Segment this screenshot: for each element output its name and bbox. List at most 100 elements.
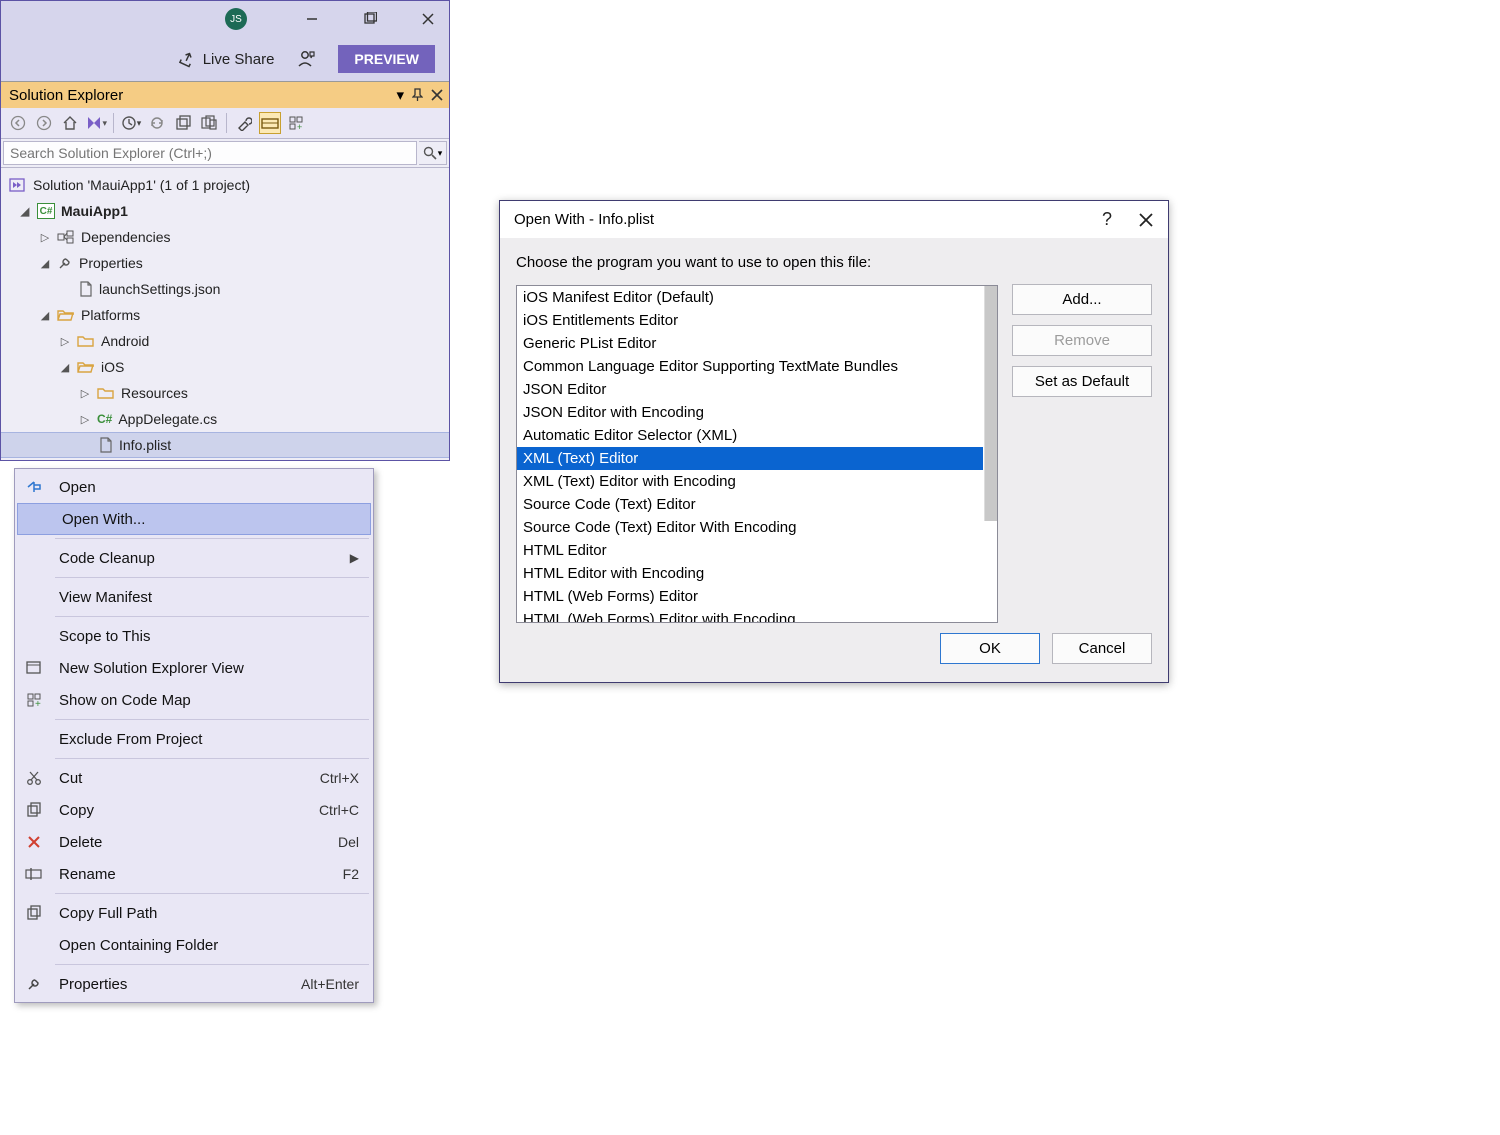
menu-code-cleanup[interactable]: Code Cleanup ▶ — [15, 542, 373, 574]
list-item[interactable]: Common Language Editor Supporting TextMa… — [517, 355, 983, 378]
launch-settings-label: launchSettings.json — [99, 281, 220, 297]
expand-icon[interactable]: ▷ — [39, 231, 51, 244]
add-button[interactable]: Add... — [1012, 284, 1152, 315]
menu-separator — [55, 893, 369, 894]
minimize-button[interactable] — [299, 8, 325, 30]
new-view-icon — [19, 661, 49, 675]
info-plist-node[interactable]: Info.plist — [1, 432, 449, 458]
menu-separator — [55, 577, 369, 578]
feedback-icon[interactable] — [296, 49, 316, 69]
dialog-close-icon[interactable] — [1138, 212, 1154, 228]
panel-close-icon[interactable] — [431, 89, 443, 101]
menu-code-map[interactable]: + Show on Code Map — [15, 684, 373, 716]
list-item[interactable]: JSON Editor — [517, 378, 983, 401]
menu-open[interactable]: Open — [15, 471, 373, 503]
share-icon — [179, 50, 197, 68]
user-avatar[interactable]: JS — [225, 8, 247, 30]
list-item[interactable]: HTML Editor with Encoding — [517, 562, 983, 585]
menu-scope[interactable]: Scope to This — [15, 620, 373, 652]
show-all-files-icon[interactable] — [198, 112, 220, 134]
list-item[interactable]: HTML (Web Forms) Editor with Encoding — [517, 608, 983, 623]
live-share-button[interactable]: Live Share — [179, 50, 275, 68]
app-delegate-node[interactable]: ▷ C# AppDelegate.cs — [1, 406, 449, 432]
android-node[interactable]: ▷ Android — [1, 328, 449, 354]
list-item[interactable]: Generic PList Editor — [517, 332, 983, 355]
search-input[interactable] — [3, 141, 417, 165]
search-icon — [423, 146, 437, 160]
list-item[interactable]: JSON Editor with Encoding — [517, 401, 983, 424]
pending-changes-icon[interactable]: ▾ — [120, 112, 142, 134]
sync-icon[interactable] — [146, 112, 168, 134]
app-delegate-label: AppDelegate.cs — [118, 411, 217, 427]
top-toolbar: Live Share PREVIEW — [1, 37, 449, 81]
scrollbar[interactable] — [984, 286, 997, 521]
platforms-node[interactable]: ◢ Platforms — [1, 302, 449, 328]
cancel-button[interactable]: Cancel — [1052, 633, 1152, 664]
dialog-title: Open With - Info.plist — [514, 211, 654, 228]
launch-settings-node[interactable]: launchSettings.json — [1, 276, 449, 302]
collapse-all-icon[interactable] — [172, 112, 194, 134]
search-button[interactable]: ▾ — [419, 141, 447, 165]
properties-icon[interactable] — [233, 112, 255, 134]
collapse-icon[interactable]: ◢ — [39, 257, 51, 270]
maximize-button[interactable] — [357, 8, 383, 30]
list-item[interactable]: XML (Text) Editor with Encoding — [517, 470, 983, 493]
menu-exclude[interactable]: Exclude From Project — [15, 723, 373, 755]
ios-node[interactable]: ◢ iOS — [1, 354, 449, 380]
program-listbox[interactable]: iOS Manifest Editor (Default)iOS Entitle… — [516, 285, 998, 623]
menu-properties[interactable]: Properties Alt+Enter — [15, 968, 373, 1000]
solution-explorer-header: Solution Explorer ▾ — [1, 81, 449, 108]
search-row: ▾ — [1, 139, 449, 168]
menu-view-manifest[interactable]: View Manifest — [15, 581, 373, 613]
menu-open-folder[interactable]: Open Containing Folder — [15, 929, 373, 961]
folder-icon — [77, 334, 95, 348]
list-item[interactable]: HTML Editor — [517, 539, 983, 562]
menu-rename[interactable]: Rename F2 — [15, 858, 373, 890]
view-class-icon[interactable]: + — [285, 112, 307, 134]
list-item[interactable]: iOS Entitlements Editor — [517, 309, 983, 332]
forward-icon[interactable] — [33, 112, 55, 134]
preview-button[interactable]: PREVIEW — [338, 45, 435, 73]
dependencies-node[interactable]: ▷ Dependencies — [1, 224, 449, 250]
list-item[interactable]: HTML (Web Forms) Editor — [517, 585, 983, 608]
expand-icon[interactable]: ▷ — [59, 335, 71, 348]
menu-open-with[interactable]: Open With... — [17, 503, 371, 535]
expand-icon[interactable]: ▷ — [79, 387, 91, 400]
copy-icon — [19, 905, 49, 921]
menu-copy-path[interactable]: Copy Full Path — [15, 897, 373, 929]
collapse-icon[interactable]: ◢ — [39, 309, 51, 322]
help-icon[interactable]: ? — [1102, 209, 1112, 230]
open-with-dialog: Open With - Info.plist ? Choose the prog… — [499, 200, 1169, 683]
panel-dropdown-icon[interactable]: ▾ — [396, 86, 404, 104]
resources-label: Resources — [121, 385, 188, 401]
json-file-icon — [79, 281, 93, 297]
close-button[interactable] — [415, 8, 441, 30]
menu-copy[interactable]: Copy Ctrl+C — [15, 794, 373, 826]
menu-delete[interactable]: Delete Del — [15, 826, 373, 858]
collapse-icon[interactable]: ◢ — [19, 205, 31, 218]
list-item[interactable]: Source Code (Text) Editor — [517, 493, 983, 516]
switch-views-icon[interactable]: ▾ — [85, 112, 107, 134]
menu-new-view[interactable]: New Solution Explorer View — [15, 652, 373, 684]
preview-selected-icon[interactable] — [259, 112, 281, 134]
home-icon[interactable] — [59, 112, 81, 134]
project-node[interactable]: ◢ C# MauiApp1 — [1, 198, 449, 224]
pin-icon[interactable] — [412, 88, 423, 102]
remove-button[interactable]: Remove — [1012, 325, 1152, 356]
dependencies-label: Dependencies — [81, 229, 171, 245]
expand-icon[interactable]: ▷ — [79, 413, 91, 426]
list-item[interactable]: iOS Manifest Editor (Default) — [517, 286, 983, 309]
menu-cut[interactable]: Cut Ctrl+X — [15, 762, 373, 794]
back-icon[interactable] — [7, 112, 29, 134]
list-item[interactable]: XML (Text) Editor — [517, 447, 983, 470]
solution-node[interactable]: Solution 'MauiApp1' (1 of 1 project) — [1, 172, 449, 198]
ok-button[interactable]: OK — [940, 633, 1040, 664]
set-default-button[interactable]: Set as Default — [1012, 366, 1152, 397]
resources-node[interactable]: ▷ Resources — [1, 380, 449, 406]
list-item[interactable]: Automatic Editor Selector (XML) — [517, 424, 983, 447]
dialog-prompt: Choose the program you want to use to op… — [516, 254, 998, 271]
collapse-icon[interactable]: ◢ — [59, 361, 71, 374]
solution-tree: Solution 'MauiApp1' (1 of 1 project) ◢ C… — [1, 168, 449, 460]
list-item[interactable]: Source Code (Text) Editor With Encoding — [517, 516, 983, 539]
properties-node[interactable]: ◢ Properties — [1, 250, 449, 276]
